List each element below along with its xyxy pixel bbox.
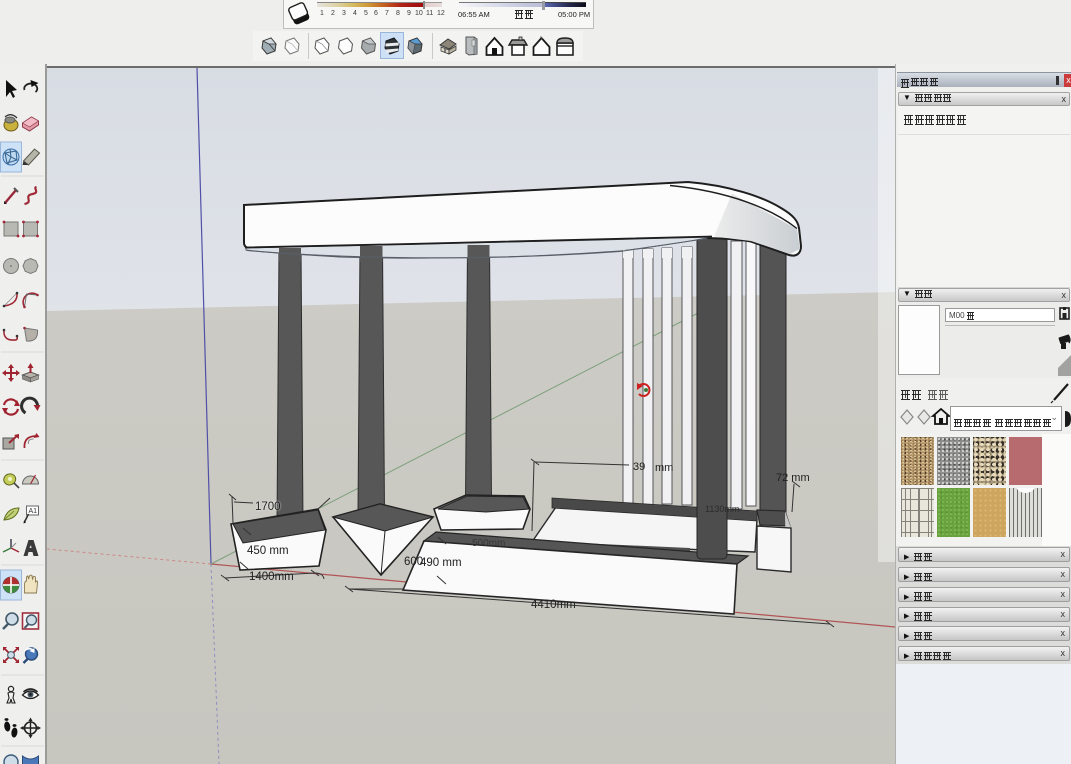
- svg-text:450 mm: 450 mm: [247, 545, 289, 557]
- svg-text:1130mm: 1130mm: [705, 504, 739, 514]
- svg-text:mm: mm: [655, 462, 673, 474]
- svg-text:72 mm: 72 mm: [776, 472, 810, 484]
- svg-text:1700: 1700: [255, 501, 281, 513]
- svg-text:500mm: 500mm: [472, 538, 505, 549]
- svg-text:490 mm: 490 mm: [420, 557, 462, 569]
- svg-text:4410mm: 4410mm: [531, 599, 576, 611]
- svg-text:39: 39: [633, 461, 645, 473]
- svg-text:A1: A1: [29, 508, 38, 515]
- svg-text:1400mm: 1400mm: [249, 571, 294, 583]
